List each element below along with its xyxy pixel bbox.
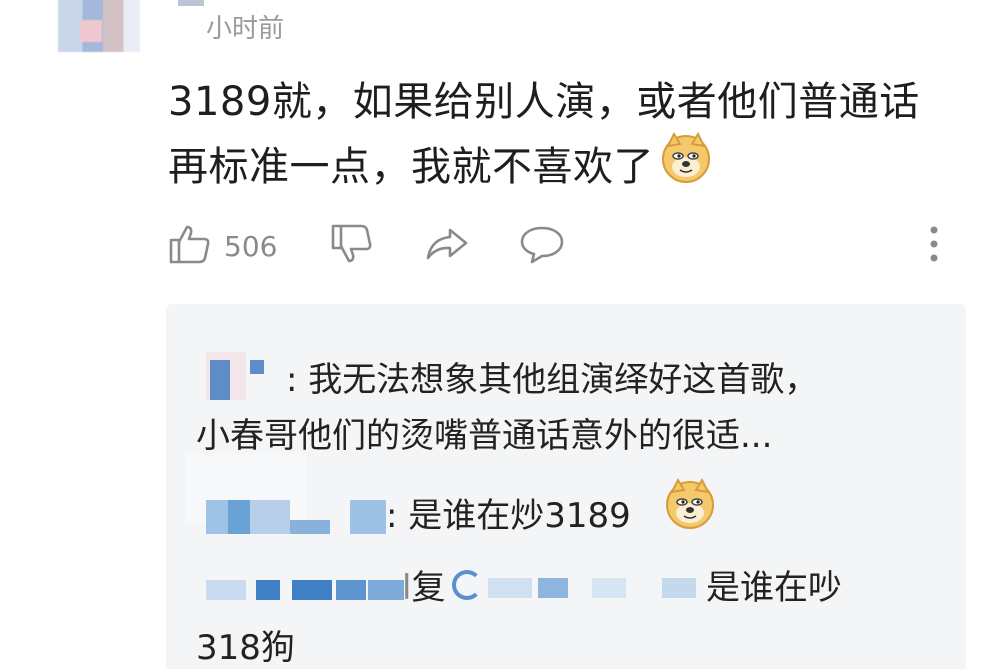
reply2-username-blurred[interactable] bbox=[186, 454, 386, 534]
comment-body: 3189就，如果给别人演，或者他们普通话 再标准一点，我就不喜欢了 bbox=[168, 72, 948, 201]
reply3-username-blurred[interactable] bbox=[196, 566, 406, 606]
comment-button[interactable] bbox=[518, 220, 566, 272]
reply3-reply-word: 复 bbox=[411, 568, 446, 608]
reply1-username-blurred[interactable] bbox=[206, 352, 286, 400]
thumb-down-icon bbox=[330, 222, 374, 270]
doge-emoji-icon bbox=[660, 131, 712, 201]
dislike-button[interactable] bbox=[330, 220, 374, 272]
reply1-text-line2: 小春哥他们的烫嘴普通话意外的很适... bbox=[196, 416, 773, 456]
reply1-text-line1: : 我无法想象其他组演绎好这首歌， bbox=[286, 360, 819, 400]
share-arrow-icon bbox=[424, 222, 470, 270]
username-blurred[interactable] bbox=[178, 0, 204, 6]
more-vertical-icon bbox=[924, 222, 944, 270]
like-button[interactable]: 506 bbox=[168, 220, 277, 272]
replies-section[interactable]: : 我无法想象其他组演绎好这首歌， 小春哥他们的烫嘴普通话意外的很适... : … bbox=[166, 304, 966, 669]
reply2-text: : 是谁在炒3189 bbox=[386, 496, 631, 536]
more-button[interactable] bbox=[924, 220, 944, 272]
reply3-mention-blurred[interactable] bbox=[452, 562, 712, 606]
like-count: 506 bbox=[224, 229, 278, 263]
comment-time: 小时前 bbox=[206, 14, 285, 44]
comment-text-line1: 3189就，如果给别人演，或者他们普通话 bbox=[168, 79, 920, 125]
comment-text-line2-wrap: 再标准一点，我就不喜欢了 bbox=[168, 131, 948, 201]
comment-text-line2: 再标准一点，我就不喜欢了 bbox=[168, 143, 654, 190]
action-bar: 506 bbox=[168, 220, 968, 272]
doge-emoji-icon bbox=[664, 477, 716, 534]
comment-card: 小时前 3189就，如果给别人演，或者他们普通话 再标准一点，我就不喜欢了 50… bbox=[0, 0, 1000, 669]
reply3-text-tail: 是谁在吵 bbox=[706, 568, 842, 608]
reply3-text-mid: l复 bbox=[402, 568, 446, 608]
avatar[interactable] bbox=[58, 0, 140, 52]
share-button[interactable] bbox=[424, 220, 470, 272]
thumb-up-icon bbox=[168, 222, 212, 270]
reply3-text-line2: 318狗 bbox=[196, 628, 295, 668]
comment-bubble-icon bbox=[518, 222, 566, 270]
